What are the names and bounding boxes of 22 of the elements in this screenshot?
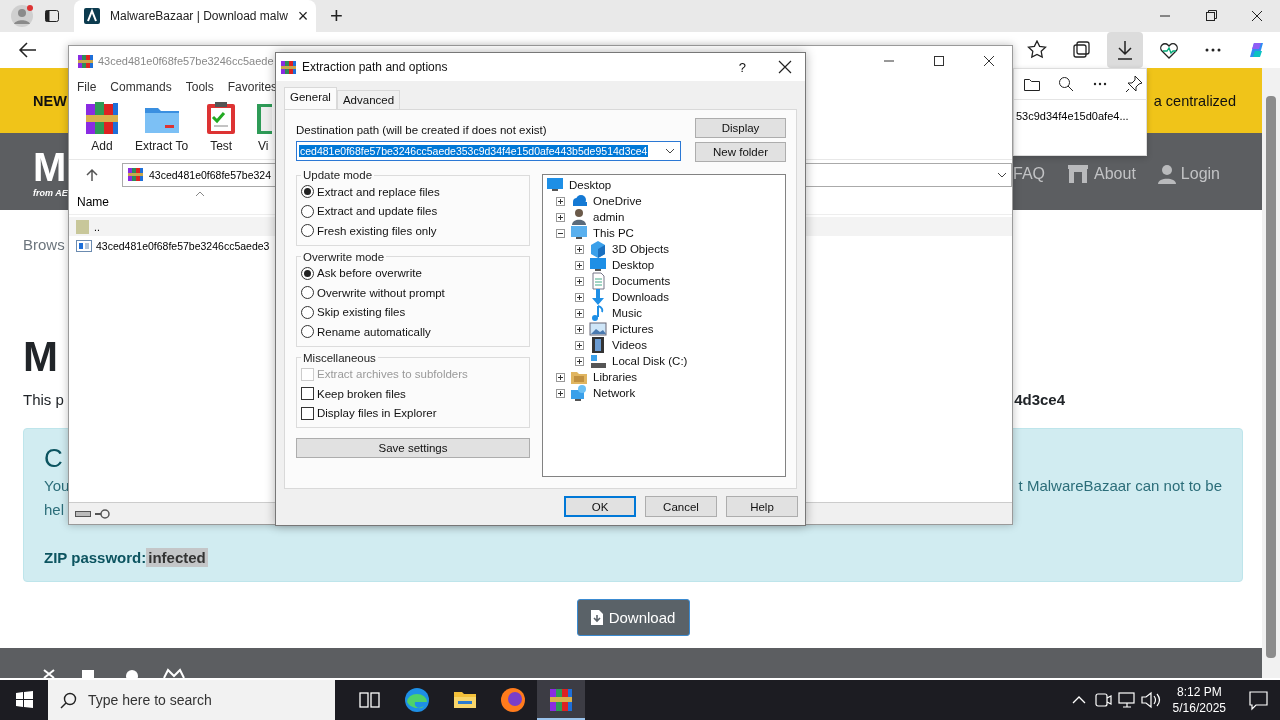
password-label: ZIP password: [44,549,147,566]
field-label: Destination path (will be created if does not exist) [296,124,548,136]
checkbox-option: Extract archives to subfolders [301,364,525,384]
hash-text: 4d3ce4 [1014,390,1065,410]
notice-text: You [44,476,70,496]
window-title: 43ced481e0f68fe57be3246cc5aede [98,55,274,67]
dialog-title: Extraction path and options [302,60,448,74]
notice-text: hel [44,500,65,520]
logo-subtitle: from AE [33,187,68,198]
password-value: infected [146,548,208,567]
banner-text: NEW [33,92,67,109]
banner-text: a centralized [1153,92,1236,109]
tab-title: MalwareBazaar | Download malw [110,9,288,23]
notice-text: t MalwareBazaar can not to be [1018,476,1222,496]
page-heading: M [23,332,58,382]
group-title: Update mode [302,169,374,181]
site-logo: M [33,145,68,188]
intro-text: This p [23,390,64,410]
breadcrumb: Brows [23,235,65,255]
group-title: Overwrite mode [302,250,386,263]
group-title: Miscellaneous [302,351,377,364]
notice-heading: C [44,442,63,474]
